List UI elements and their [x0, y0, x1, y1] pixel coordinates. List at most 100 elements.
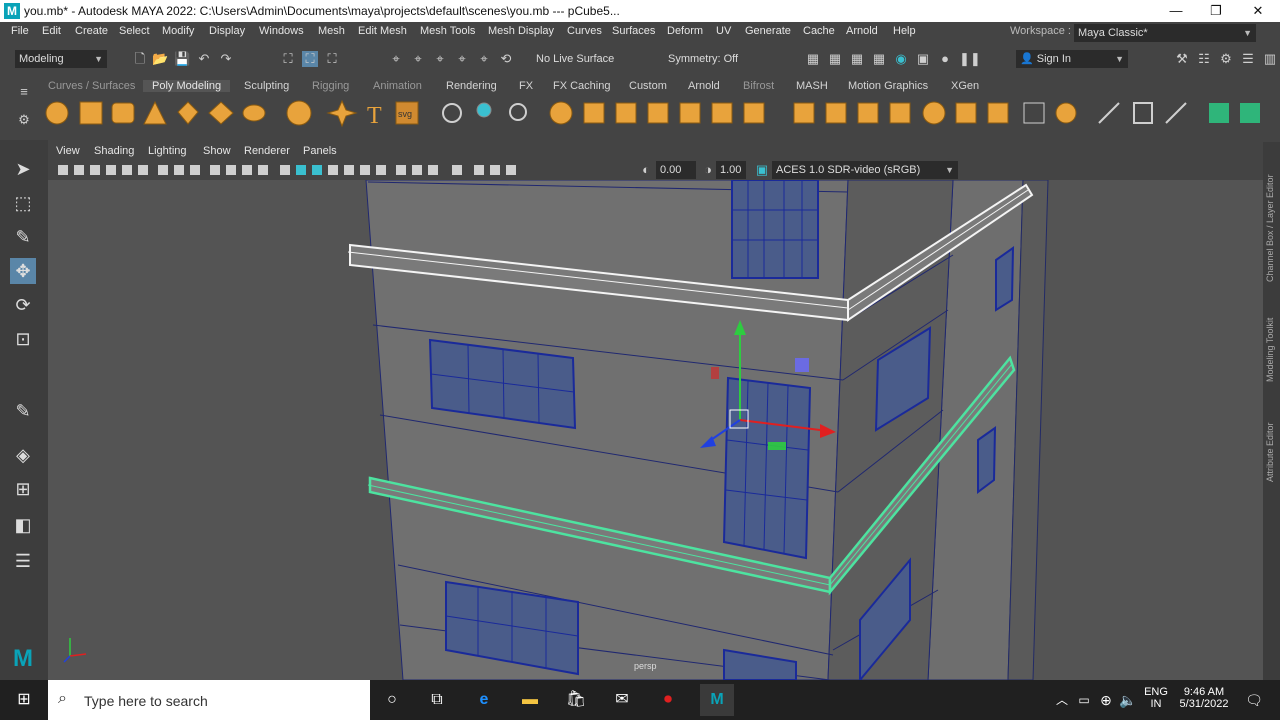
color-management-icon[interactable]: ▣ [754, 162, 770, 178]
menu-surfaces[interactable]: Surfaces [612, 25, 655, 37]
menu-file[interactable]: File [11, 25, 29, 37]
save-scene-icon[interactable]: 💾 [174, 51, 190, 67]
outliner-layout-icon[interactable]: ☰ [10, 548, 36, 574]
clock[interactable]: 9:46 AM 5/31/2022 [1174, 686, 1234, 710]
shelf-tab-poly-modeling[interactable]: Poly Modeling [143, 80, 231, 92]
menu-modify[interactable]: Modify [162, 25, 194, 37]
perspective-viewport[interactable]: persp [48, 180, 1263, 680]
menu-help[interactable]: Help [893, 25, 916, 37]
snap-grid-icon[interactable]: ⌖ [388, 51, 404, 67]
rotate-tool-icon[interactable]: ⟳ [10, 292, 36, 318]
battery-icon[interactable]: ▭ [1072, 688, 1096, 712]
panel-menu-renderer[interactable]: Renderer [244, 145, 290, 157]
menu-deform[interactable]: Deform [667, 25, 703, 37]
shelf-tab-custom[interactable]: Custom [629, 80, 667, 92]
cortana-icon[interactable]: ○ [380, 688, 404, 712]
volume-icon[interactable]: 🔈 [1116, 688, 1140, 712]
shelf-tab-animation[interactable]: Animation [373, 80, 422, 92]
store-icon[interactable]: 🛍 [564, 688, 588, 712]
shelf-tab-curves-surfaces[interactable]: Curves / Surfaces [48, 80, 135, 92]
shelf-tab-rigging[interactable]: Rigging [312, 80, 349, 92]
menu-generate[interactable]: Generate [745, 25, 791, 37]
render-settings-icon[interactable]: ▦ [871, 51, 887, 67]
panel-menu-show[interactable]: Show [203, 145, 231, 157]
new-scene-icon[interactable]: 🗋 [132, 51, 148, 67]
edge-icon[interactable]: e [472, 688, 496, 712]
snap-point-icon[interactable]: ⌖ [432, 51, 448, 67]
gamma-field[interactable]: 1.00 [716, 161, 746, 179]
close-icon[interactable]: ✕ [1238, 2, 1278, 20]
snap-projected-icon[interactable]: ⌖ [454, 51, 470, 67]
panel-toggle-icon[interactable]: ▥ [1262, 51, 1278, 67]
menu-mesh[interactable]: Mesh [318, 25, 345, 37]
redo-icon[interactable]: ↷ [218, 51, 234, 67]
task-view-icon[interactable]: ⧉ [425, 688, 449, 712]
record-icon[interactable]: ⏺ [656, 688, 680, 712]
panel-menu-view[interactable]: View [56, 145, 80, 157]
symmetry-dropdown[interactable]: Symmetry: Off [664, 50, 774, 68]
shelf-tab-xgen[interactable]: XGen [951, 80, 979, 92]
menu-curves[interactable]: Curves [567, 25, 602, 37]
render-frame-icon[interactable]: ▦ [805, 51, 821, 67]
live-surface-field[interactable]: No Live Surface [532, 50, 632, 68]
scene-canvas[interactable] [48, 180, 1263, 680]
file-explorer-icon[interactable]: ▬ [518, 688, 542, 712]
scale-tool-icon[interactable]: ⊡ [10, 326, 36, 352]
arnold-render-view-icon[interactable]: ▣ [915, 51, 931, 67]
arnold-icon[interactable]: ● [937, 51, 953, 67]
lasso-tool-icon[interactable]: ⬚ [10, 190, 36, 216]
workspace-dropdown[interactable]: Maya Classic* ▼ [1074, 24, 1256, 42]
maya-taskbar-icon[interactable]: M [700, 684, 734, 716]
tool-settings-icon[interactable]: ⚙ [1218, 51, 1234, 67]
four-view-icon[interactable]: ⊞ [10, 476, 36, 502]
shelf-tab-fx-caching[interactable]: FX Caching [553, 80, 610, 92]
shelf-tab-sculpting[interactable]: Sculpting [244, 80, 289, 92]
shelf-settings-icon[interactable]: ⚙ [16, 112, 32, 128]
exposure-field[interactable]: 0.00 [656, 161, 696, 179]
paint-select-tool-icon[interactable]: ✎ [10, 224, 36, 250]
snap-curve-icon[interactable]: ⌖ [410, 51, 426, 67]
select-component-icon[interactable]: ⛶ [324, 51, 340, 67]
notifications-icon[interactable]: 🗨 [1242, 688, 1266, 712]
menu-edit-mesh[interactable]: Edit Mesh [358, 25, 407, 37]
menu-arnold[interactable]: Arnold [846, 25, 878, 37]
shelf-tab-fx[interactable]: FX [519, 80, 533, 92]
select-object-icon[interactable]: ⛶ [302, 51, 318, 67]
network-icon[interactable]: ⊕ [1094, 688, 1118, 712]
minimize-icon[interactable]: — [1156, 2, 1196, 20]
panel-menu-shading[interactable]: Shading [94, 145, 134, 157]
hypershade-icon[interactable]: ◉ [893, 51, 909, 67]
sign-in-button[interactable]: 👤 Sign In ▼ [1016, 50, 1128, 68]
select-tool-icon[interactable]: ➤ [10, 156, 36, 182]
menu-uv[interactable]: UV [716, 25, 731, 37]
show-hidden-icons-icon[interactable]: ︿ [1050, 688, 1074, 712]
two-view-icon[interactable]: ◧ [10, 512, 36, 538]
modeling-toolkit-icon[interactable]: ⚒ [1174, 51, 1190, 67]
shelf-tab-motion-graphics[interactable]: Motion Graphics [848, 80, 928, 92]
menu-create[interactable]: Create [75, 25, 108, 37]
maya-home-icon[interactable]: M [10, 646, 36, 672]
tab-attribute-editor[interactable]: Attribute Editor [1265, 402, 1275, 482]
view-transform-dropdown[interactable]: ACES 1.0 SDR-video (sRGB) ▼ [772, 161, 958, 179]
attribute-editor-icon[interactable]: ☷ [1196, 51, 1212, 67]
select-hierarchy-icon[interactable]: ⛶ [280, 51, 296, 67]
render-sequence-icon[interactable]: ▦ [827, 51, 843, 67]
mail-icon[interactable]: ✉ [610, 688, 634, 712]
taskbar-search-box[interactable]: ⌕ Type here to search [48, 680, 370, 720]
shelf-tab-mash[interactable]: MASH [796, 80, 828, 92]
menu-set-dropdown[interactable]: Modeling ▼ [15, 50, 107, 68]
undo-icon[interactable]: ↶ [196, 51, 212, 67]
pause-icon[interactable]: ❚❚ [959, 51, 981, 67]
panel-menu-panels[interactable]: Panels [303, 145, 337, 157]
last-tool-icon[interactable]: ✎ [10, 398, 36, 424]
menu-select[interactable]: Select [119, 25, 150, 37]
menu-cache[interactable]: Cache [803, 25, 835, 37]
move-tool-icon[interactable]: ✥ [10, 258, 36, 284]
channel-box-icon[interactable]: ☰ [1240, 51, 1256, 67]
windows-start-icon[interactable]: ⊞ [12, 688, 36, 712]
open-scene-icon[interactable]: 📂 [152, 51, 168, 67]
menu-edit[interactable]: Edit [42, 25, 61, 37]
language-indicator[interactable]: ENG IN [1144, 686, 1168, 710]
ipr-render-icon[interactable]: ▦ [849, 51, 865, 67]
menu-mesh-tools[interactable]: Mesh Tools [420, 25, 475, 37]
